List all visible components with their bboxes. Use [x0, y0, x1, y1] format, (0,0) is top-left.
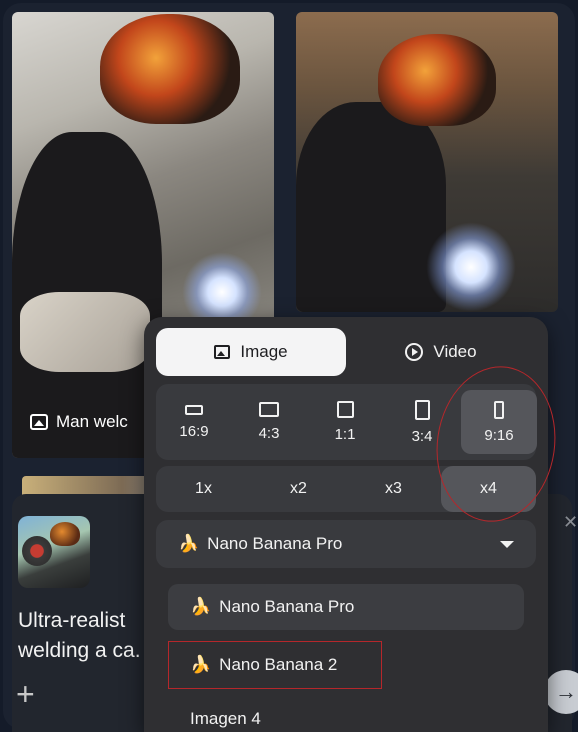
- welding-glove: [20, 292, 150, 372]
- model-option-imagen-4[interactable]: Imagen 4: [168, 696, 524, 732]
- model-select-value: Nano Banana Pro: [207, 534, 343, 553]
- aspect-4-3-button[interactable]: 4:3: [231, 390, 307, 454]
- model-option-nano-banana-pro[interactable]: 🍌 Nano Banana Pro: [168, 584, 524, 630]
- aspect-3-4-label: 3:4: [411, 427, 433, 445]
- model-option-label: Nano Banana Pro: [219, 597, 355, 616]
- play-circle-icon: [405, 343, 424, 361]
- close-icon[interactable]: ✕: [563, 512, 578, 533]
- grinder-disc: [22, 536, 52, 566]
- mode-image-button[interactable]: Image: [156, 328, 346, 376]
- chevron-down-icon: [500, 540, 514, 548]
- weld-spark: [426, 222, 516, 312]
- aspect-1-1-label: 1:1: [334, 426, 356, 443]
- aspect-4-3-label: 4:3: [258, 425, 280, 442]
- welding-helmet: [100, 14, 240, 124]
- arrow-right-icon: →: [555, 679, 577, 704]
- image-caption: Man welc: [30, 412, 128, 432]
- mode-video-label: Video: [433, 342, 477, 361]
- count-1x-button[interactable]: 1x: [156, 466, 251, 512]
- app-frame: Man welc Ultra-realist welding a ca. + ✕…: [0, 0, 578, 732]
- image-icon: [30, 414, 48, 430]
- welder-figure: [296, 102, 446, 312]
- aspect-3-4-icon: [414, 399, 430, 420]
- count-x2-label: x2: [290, 480, 307, 497]
- aspect-4-3-icon: [259, 402, 279, 417]
- aspect-16-9-label: 16:9: [179, 422, 209, 440]
- aspect-16-9-icon: [185, 404, 203, 415]
- aspect-1-1-button[interactable]: 1:1: [307, 390, 383, 454]
- aspect-16-9-button[interactable]: 16:9: [156, 390, 232, 454]
- gallery-image-right[interactable]: [296, 12, 558, 312]
- model-select[interactable]: 🍌 Nano Banana Pro: [156, 520, 536, 568]
- model-option-label: Imagen 4: [190, 709, 261, 728]
- banana-icon: 🍌: [178, 534, 200, 553]
- plus-icon[interactable]: +: [16, 678, 35, 710]
- mode-image-label: Image: [240, 342, 288, 361]
- annotation-rectangle: [168, 641, 382, 689]
- image-icon: [214, 345, 231, 359]
- count-x2-button[interactable]: x2: [251, 466, 346, 512]
- caption-text: Man welc: [56, 412, 128, 431]
- welding-helmet: [378, 34, 496, 126]
- reference-thumbnail[interactable]: [18, 516, 90, 588]
- aspect-1-1-icon: [336, 401, 354, 418]
- thumbnail-helmet: [50, 522, 80, 546]
- count-x3-label: x3: [385, 480, 402, 497]
- prompt-text[interactable]: Ultra-realist welding a ca.: [18, 606, 158, 666]
- count-1x-label: 1x: [195, 480, 212, 497]
- count-x3-button[interactable]: x3: [346, 466, 441, 512]
- banana-icon: 🍌: [190, 597, 212, 616]
